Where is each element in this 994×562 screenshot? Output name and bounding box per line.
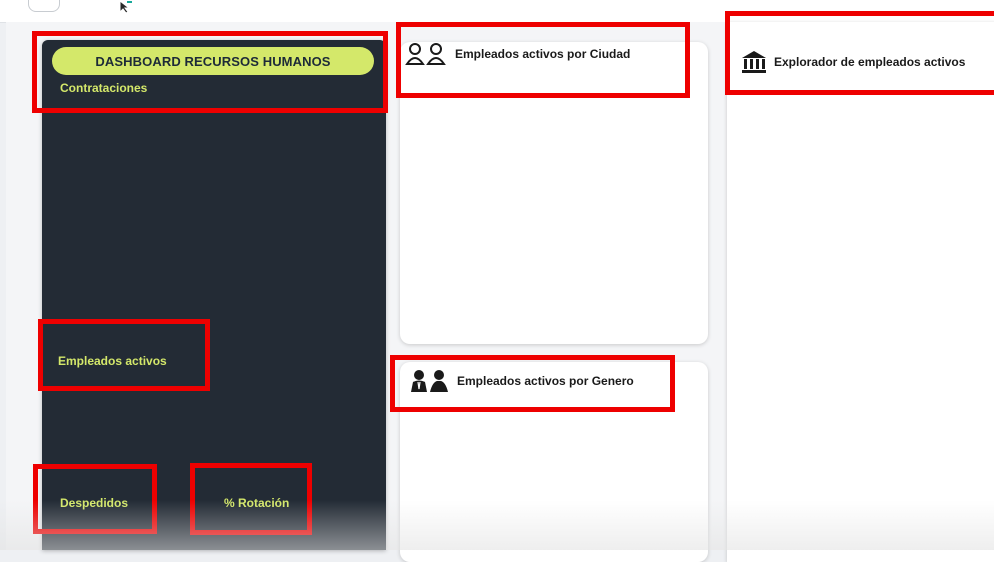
gender-card-label: Empleados activos por Genero (457, 374, 634, 388)
hires-label: Contrataciones (60, 81, 148, 95)
male-female-icon (409, 369, 451, 393)
city-card-label: Empleados activos por Ciudad (455, 47, 631, 61)
active-employees-label: Empleados activos (58, 354, 167, 368)
mouse-cursor-icon (119, 0, 135, 19)
city-card-title: Empleados activos por Ciudad (405, 42, 630, 66)
city-card[interactable] (400, 42, 708, 344)
bank-icon (740, 50, 768, 74)
explorer-card[interactable] (727, 22, 994, 562)
kpi-sidebar (42, 40, 386, 550)
dashboard-title: DASHBOARD RECURSOS HUMANOS (52, 47, 374, 75)
rotation-label: % Rotación (224, 496, 290, 510)
browser-top-bar (0, 0, 994, 23)
two-people-icon (405, 42, 449, 66)
dismissals-label: Despedidos (60, 496, 129, 510)
gender-card-title: Empleados activos por Genero (409, 369, 634, 393)
explorer-card-label: Explorador de empleados activos (774, 55, 966, 69)
explorer-card-title: Explorador de empleados activos (740, 50, 965, 74)
window-control[interactable] (28, 0, 60, 12)
